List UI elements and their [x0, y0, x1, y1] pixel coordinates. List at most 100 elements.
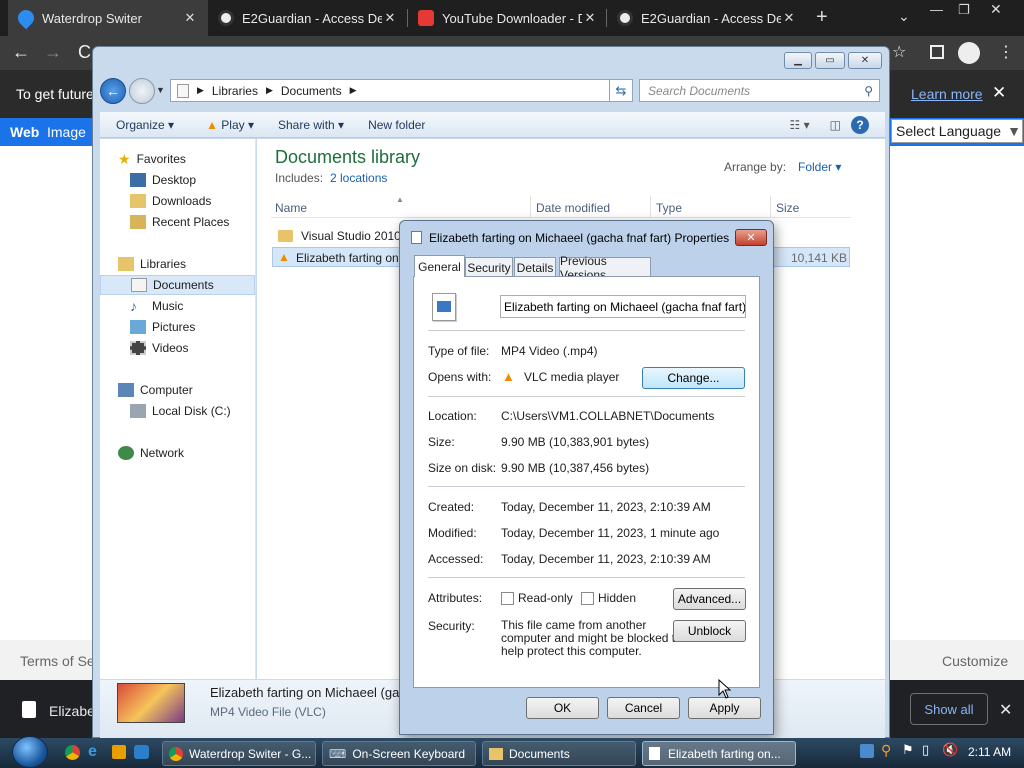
- taskbar-item-chrome[interactable]: Waterdrop Switer - G...: [162, 741, 316, 766]
- explorer-forward-button[interactable]: [129, 78, 155, 104]
- refresh-icon[interactable]: ⇆: [609, 79, 633, 102]
- music-note-icon: ♪: [130, 298, 137, 314]
- tab-general[interactable]: General: [414, 255, 465, 277]
- back-icon[interactable]: ←: [12, 42, 30, 63]
- arrange-by-dropdown[interactable]: Folder ▾: [798, 160, 841, 174]
- size-on-disk-value: 9.90 MB (10,387,456 bytes): [501, 461, 650, 475]
- taskbar-item-documents[interactable]: Documents: [482, 741, 636, 766]
- hidden-checkbox[interactable]: Hidden: [581, 591, 636, 605]
- explorer-back-button[interactable]: ←: [100, 78, 126, 104]
- column-date-modified[interactable]: Date modified: [536, 201, 610, 215]
- vlc-cone-icon: ▲: [502, 369, 515, 384]
- breadcrumb-libraries[interactable]: Libraries: [212, 84, 258, 98]
- column-name[interactable]: Name: [275, 201, 307, 215]
- keyboard-icon: ⌨: [329, 746, 347, 761]
- ie-quicklaunch-icon[interactable]: e: [88, 743, 97, 761]
- type-of-file-label: Type of file:: [428, 344, 490, 358]
- explorer-maximize-button[interactable]: ▭: [815, 52, 845, 69]
- size-on-disk-label: Size on disk:: [428, 461, 497, 475]
- recent-pages-chevron-icon[interactable]: ▼: [156, 85, 165, 95]
- close-tab-icon[interactable]: ✕: [182, 10, 198, 26]
- restore-icon[interactable]: ❐: [958, 2, 970, 18]
- help-icon[interactable]: ?: [851, 115, 869, 134]
- column-type[interactable]: Type: [656, 201, 682, 215]
- organize-label: Organize: [116, 117, 165, 132]
- network-icon: [118, 446, 134, 460]
- new-tab-button[interactable]: +: [816, 6, 828, 29]
- start-button[interactable]: [12, 736, 48, 768]
- change-button[interactable]: Change...: [642, 367, 745, 389]
- tab-details[interactable]: Details: [514, 257, 556, 277]
- taskbar-item-keyboard[interactable]: ⌨ On-Screen Keyboard: [322, 741, 476, 766]
- ok-button[interactable]: OK: [526, 697, 599, 719]
- view-options-icon[interactable]: ☷ ▾: [780, 118, 820, 132]
- new-folder-button[interactable]: New folder: [358, 118, 435, 132]
- cancel-button[interactable]: Cancel: [607, 697, 680, 719]
- nav-computer[interactable]: Computer: [118, 380, 274, 400]
- nav-link-web[interactable]: Web: [10, 124, 39, 140]
- explorer-minimize-button[interactable]: ▁: [784, 52, 812, 69]
- menu-dots-icon[interactable]: ⋮: [998, 42, 1014, 62]
- nav-link-image[interactable]: Image: [47, 124, 86, 140]
- apply-button[interactable]: Apply: [688, 697, 761, 719]
- tray-network-icon[interactable]: [860, 744, 874, 758]
- close-tab-icon[interactable]: ✕: [582, 10, 598, 26]
- close-window-icon[interactable]: ✕: [990, 1, 1002, 18]
- tray-battery-icon[interactable]: ▯: [922, 742, 929, 758]
- close-download-bar-icon[interactable]: ✕: [999, 700, 1012, 720]
- bookmark-star-icon[interactable]: ☆: [892, 42, 906, 62]
- minimize-icon[interactable]: —: [930, 2, 943, 17]
- tray-flag-icon[interactable]: ⚑: [902, 742, 914, 758]
- customize-link[interactable]: Customize: [942, 653, 1008, 669]
- close-infobar-icon[interactable]: ✕: [992, 83, 1006, 103]
- tab-e2guardian-1[interactable]: E2Guardian - Access Den ✕: [208, 0, 408, 36]
- select-language-dropdown[interactable]: Select Language ▼: [891, 119, 1023, 143]
- sidebar-icon[interactable]: [930, 45, 944, 59]
- organize-button[interactable]: Organize ▾: [106, 118, 184, 132]
- close-tab-icon[interactable]: ✕: [382, 10, 398, 26]
- nav-documents[interactable]: Documents: [100, 275, 255, 295]
- breadcrumb-documents[interactable]: Documents: [281, 84, 342, 98]
- clock[interactable]: 2:11 AM: [968, 745, 1011, 759]
- nav-network[interactable]: Network: [118, 443, 274, 463]
- chrome-quicklaunch-icon[interactable]: [65, 745, 80, 760]
- tab-youtube-downloader[interactable]: YouTube Downloader - D ✕: [408, 0, 608, 36]
- reload-icon[interactable]: C: [78, 42, 91, 63]
- advanced-button[interactable]: Advanced...: [673, 588, 746, 610]
- play-label: Play: [221, 117, 245, 132]
- profile-avatar-icon[interactable]: [958, 42, 980, 64]
- tab-e2guardian-2[interactable]: E2Guardian - Access Den ✕: [607, 0, 807, 36]
- play-button[interactable]: ▲ Play ▾: [196, 118, 264, 132]
- quicklaunch-icon[interactable]: [134, 745, 149, 759]
- dialog-close-button[interactable]: ✕: [735, 229, 767, 246]
- taskbar-item-properties[interactable]: Elizabeth farting on...: [642, 741, 796, 766]
- close-tab-icon[interactable]: ✕: [781, 10, 797, 26]
- libraries-icon: [118, 257, 134, 271]
- explorer-close-button[interactable]: ✕: [848, 52, 882, 69]
- includes-locations-link[interactable]: 2 locations: [330, 171, 387, 185]
- globe-icon: [218, 10, 234, 26]
- column-size[interactable]: Size: [776, 201, 799, 215]
- search-documents-input[interactable]: Search Documents ⚲: [639, 79, 880, 102]
- show-all-button[interactable]: Show all: [910, 693, 988, 725]
- terms-link[interactable]: Terms of Se: [20, 653, 95, 669]
- tray-volume-icon[interactable]: 🔇: [942, 742, 958, 758]
- tab-search-chevron-icon[interactable]: ⌄: [898, 8, 910, 25]
- readonly-checkbox[interactable]: Read-only: [501, 591, 573, 605]
- file-name-input[interactable]: [500, 295, 746, 318]
- preview-pane-icon[interactable]: ◫: [820, 118, 851, 132]
- media-player-quicklaunch-icon[interactable]: [112, 745, 126, 759]
- tab-security[interactable]: Security: [465, 257, 513, 277]
- tab-waterdrop[interactable]: Waterdrop Switer ✕: [8, 0, 208, 36]
- file-row-visual-studio[interactable]: Visual Studio 2010: [272, 226, 402, 246]
- share-with-button[interactable]: Share with ▾: [268, 118, 354, 132]
- forward-icon[interactable]: →: [44, 42, 62, 63]
- address-bar[interactable]: ▶ Libraries ▶ Documents ▶ ▼: [170, 79, 632, 102]
- unblock-button[interactable]: Unblock: [673, 620, 746, 642]
- learn-more-link[interactable]: Learn more: [911, 86, 983, 102]
- tab-previous-versions[interactable]: Previous Versions: [559, 254, 651, 282]
- tray-search-icon[interactable]: ⚲: [881, 742, 891, 759]
- download-item-name[interactable]: Elizabe: [49, 703, 95, 719]
- nav-favorites[interactable]: ★ Favorites: [118, 149, 274, 169]
- nav-libraries[interactable]: Libraries: [118, 254, 274, 274]
